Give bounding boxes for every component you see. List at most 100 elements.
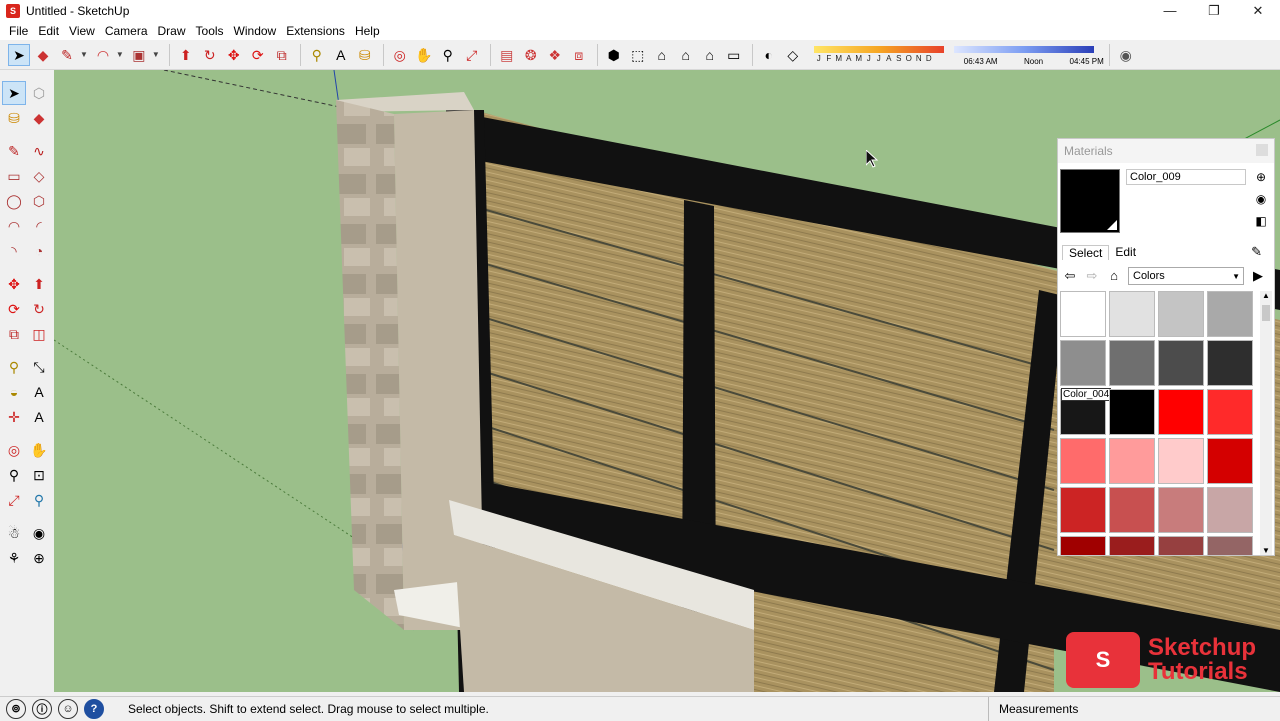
- chevron-down-icon[interactable]: ▼: [116, 50, 124, 59]
- material-swatch[interactable]: [1060, 291, 1106, 337]
- warehouse-icon[interactable]: ▤: [496, 44, 518, 66]
- dimension-icon[interactable]: ⤡: [27, 355, 51, 379]
- month-slider[interactable]: [813, 46, 944, 53]
- material-swatch[interactable]: [1207, 536, 1253, 555]
- material-swatch[interactable]: [1207, 438, 1253, 484]
- material-swatch[interactable]: [1109, 291, 1155, 337]
- create-material-icon[interactable]: [1107, 220, 1117, 230]
- default-material-icon[interactable]: ◉: [1254, 191, 1268, 207]
- front-view-icon[interactable]: ⌂: [651, 44, 673, 66]
- shadows-icon[interactable]: ◐: [758, 44, 780, 66]
- freehand-icon[interactable]: ∿: [27, 139, 51, 163]
- material-swatch[interactable]: [1207, 340, 1253, 386]
- sample-paint-icon[interactable]: ✎: [1245, 244, 1268, 260]
- minimize-button[interactable]: —: [1148, 0, 1192, 22]
- pan-icon[interactable]: ✋: [27, 438, 51, 462]
- material-swatch[interactable]: [1060, 536, 1106, 555]
- material-swatch[interactable]: [1158, 536, 1204, 555]
- top-view-icon[interactable]: ⬚: [627, 44, 649, 66]
- display-secondary-icon[interactable]: ◧: [1254, 213, 1268, 229]
- menu-extensions[interactable]: Extensions: [281, 24, 350, 38]
- tape-measure-icon[interactable]: ⚲: [2, 355, 26, 379]
- left-view-icon[interactable]: ▭: [723, 44, 745, 66]
- material-swatch[interactable]: [1158, 340, 1204, 386]
- axes-icon[interactable]: ✛: [2, 405, 26, 429]
- tab-edit[interactable]: Edit: [1109, 245, 1142, 259]
- rotate-icon[interactable]: ⟳: [2, 297, 26, 321]
- material-swatch[interactable]: [1158, 438, 1204, 484]
- orbit-icon[interactable]: ◎: [389, 44, 411, 66]
- text-icon[interactable]: A: [330, 44, 352, 66]
- menu-tools[interactable]: Tools: [191, 24, 229, 38]
- material-swatch[interactable]: [1109, 536, 1155, 555]
- material-swatch[interactable]: [1158, 487, 1204, 533]
- offset-icon[interactable]: ◫: [27, 322, 51, 346]
- move-icon[interactable]: ✥: [223, 44, 245, 66]
- extension-warehouse-icon[interactable]: ❂: [520, 44, 542, 66]
- menu-help[interactable]: Help: [350, 24, 385, 38]
- position-camera-icon[interactable]: ⚘: [2, 546, 26, 570]
- push-pull-icon[interactable]: ⬆: [27, 272, 51, 296]
- make-component-icon[interactable]: ⬡: [27, 81, 51, 105]
- line-tool-icon[interactable]: ✎: [56, 44, 78, 66]
- geo-location-icon[interactable]: ⊚: [6, 698, 26, 719]
- rotated-rectangle-icon[interactable]: ◇: [27, 164, 51, 188]
- right-view-icon[interactable]: ⌂: [675, 44, 697, 66]
- protractor-icon[interactable]: ◒: [2, 380, 26, 404]
- follow-me-icon[interactable]: ↻: [199, 44, 221, 66]
- material-swatch[interactable]: [1109, 438, 1155, 484]
- forward-arrow-icon[interactable]: ⇨: [1084, 268, 1100, 284]
- material-swatch[interactable]: [1207, 291, 1253, 337]
- scroll-up-icon[interactable]: ▲: [1260, 291, 1272, 300]
- material-swatch[interactable]: [1109, 389, 1155, 435]
- arc-icon[interactable]: ◠: [2, 214, 26, 238]
- material-swatch[interactable]: [1158, 389, 1204, 435]
- rectangle-tool-icon[interactable]: ▣: [128, 44, 150, 66]
- scroll-down-icon[interactable]: ▼: [1260, 546, 1272, 555]
- line-icon[interactable]: ✎: [2, 139, 26, 163]
- text-icon[interactable]: A: [27, 380, 51, 404]
- scroll-thumb[interactable]: [1262, 305, 1270, 321]
- menu-file[interactable]: File: [4, 24, 33, 38]
- tab-select[interactable]: Select: [1062, 244, 1110, 260]
- eraser-icon[interactable]: ◆: [27, 106, 51, 130]
- zoom-extents-icon[interactable]: ⤢: [461, 44, 483, 66]
- look-around-icon[interactable]: ◉: [27, 521, 51, 545]
- walk-icon[interactable]: ☃: [2, 521, 26, 545]
- help-icon[interactable]: ?: [84, 698, 104, 719]
- 3d-text-icon[interactable]: A: [27, 405, 51, 429]
- material-swatch[interactable]: [1207, 487, 1253, 533]
- panel-close-icon[interactable]: [1256, 144, 1268, 156]
- material-swatch[interactable]: [1207, 389, 1253, 435]
- orbit-icon[interactable]: ◎: [2, 438, 26, 462]
- back-arrow-icon[interactable]: ⇦: [1062, 268, 1078, 284]
- material-swatch[interactable]: Color_004: [1060, 388, 1112, 435]
- menu-draw[interactable]: Draw: [153, 24, 191, 38]
- select-tool-icon[interactable]: ➤: [8, 43, 30, 66]
- home-icon[interactable]: ⌂: [1106, 268, 1122, 284]
- material-swatch[interactable]: [1060, 340, 1106, 386]
- iso-view-icon[interactable]: ⬢: [603, 44, 625, 66]
- close-button[interactable]: ✕: [1236, 0, 1280, 22]
- tape-measure-icon[interactable]: ⚲: [306, 44, 328, 66]
- send-to-layout-icon[interactable]: ❖: [544, 44, 566, 66]
- menu-edit[interactable]: Edit: [33, 24, 64, 38]
- menu-window[interactable]: Window: [229, 24, 282, 38]
- menu-view[interactable]: View: [64, 24, 100, 38]
- material-swatch[interactable]: [1060, 487, 1106, 533]
- pan-icon[interactable]: ✋: [413, 44, 435, 66]
- create-material-icon[interactable]: ⊕: [1254, 169, 1268, 185]
- scale-icon[interactable]: ⧉: [271, 44, 293, 66]
- measurements-box[interactable]: Measurements: [988, 697, 1280, 721]
- paint-bucket-icon[interactable]: ⛁: [354, 44, 376, 66]
- shadow-settings[interactable]: J F M A M J J A S O N D 06:43 AM Noon 04…: [813, 42, 1104, 68]
- polygon-icon[interactable]: ⬡: [27, 189, 51, 213]
- material-swatch[interactable]: [1060, 438, 1106, 484]
- move-icon[interactable]: ✥: [2, 272, 26, 296]
- follow-me-icon[interactable]: ↻: [27, 297, 51, 321]
- rectangle-icon[interactable]: ▭: [2, 164, 26, 188]
- chevron-down-icon[interactable]: ▼: [152, 50, 160, 59]
- select-icon[interactable]: ➤: [2, 81, 26, 105]
- material-swatch[interactable]: [1109, 487, 1155, 533]
- credits-icon[interactable]: ⓘ: [32, 698, 52, 719]
